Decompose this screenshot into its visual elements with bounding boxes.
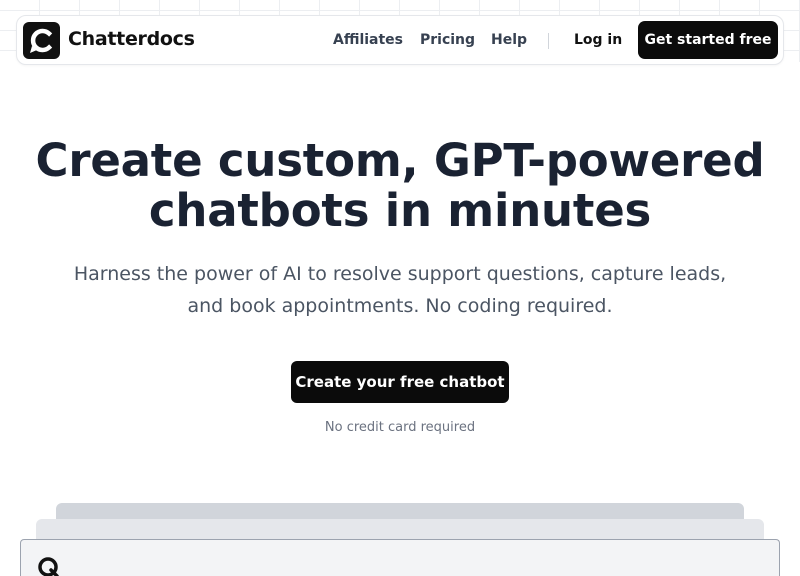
- preview-card: [20, 539, 780, 576]
- top-navbar: Chatterdocs Affiliates Pricing Help Log …: [16, 15, 784, 65]
- nav-link-affiliates[interactable]: Affiliates: [333, 32, 403, 48]
- hero-title: Create custom, GPT-powered chatbots in m…: [0, 136, 800, 236]
- hero-title-line-1: Create custom, GPT-powered: [35, 134, 765, 187]
- login-link[interactable]: Log in: [574, 32, 622, 48]
- hero-title-line-2: chatbots in minutes: [148, 184, 652, 237]
- nav-link-help[interactable]: Help: [491, 32, 527, 48]
- hero-subtitle: Harness the power of AI to resolve suppo…: [73, 263, 727, 317]
- chatbot-logo-icon: [37, 556, 59, 576]
- nav-divider: [548, 33, 549, 49]
- nav-link-pricing[interactable]: Pricing: [420, 32, 475, 48]
- chat-bubble-logo-icon[interactable]: [23, 22, 60, 59]
- brand-name[interactable]: Chatterdocs: [68, 28, 195, 50]
- create-chatbot-button[interactable]: Create your free chatbot: [291, 361, 509, 403]
- no-credit-card-note: No credit card required: [324, 420, 476, 435]
- get-started-button[interactable]: Get started free: [638, 21, 778, 59]
